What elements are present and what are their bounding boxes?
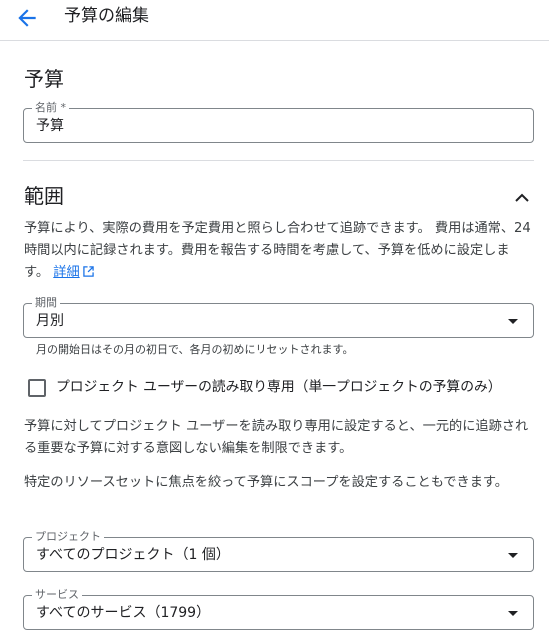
projects-value: すべてのプロジェクト（1 個） — [36, 547, 230, 563]
arrow-back-icon[interactable] — [14, 5, 40, 31]
open-in-new-icon — [82, 263, 94, 285]
services-label: サービス — [32, 588, 82, 601]
chevron-up-icon[interactable] — [512, 188, 532, 208]
period-select[interactable]: 期間 月別 — [23, 296, 534, 338]
page-title: 予算の編集 — [64, 6, 149, 26]
section-divider — [23, 160, 534, 161]
scope-heading: 範囲 — [24, 184, 64, 208]
period-label: 期間 — [32, 296, 60, 309]
details-link[interactable]: 詳細 — [53, 265, 79, 280]
scope-description-text: 予算により、実際の費用を予定費用と照らし合わせて追跡できます。 費用は通常、24… — [24, 221, 531, 280]
services-select[interactable]: サービス すべてのサービス（1799） — [23, 588, 534, 630]
dropdown-arrow-icon — [508, 319, 518, 324]
readonly-description: 予算に対してプロジェクト ユーザーを読み取り専用に設定すると、一元的に追跡される… — [24, 419, 529, 456]
top-app-bar: 予算の編集 — [0, 0, 549, 41]
resource-description: 特定のリソースセットに焦点を絞って予算にスコープを設定することもできます。 — [24, 475, 508, 490]
scope-description: 予算により、実際の費用を予定費用と照らし合わせて追跡できます。 費用は通常、24… — [24, 218, 534, 285]
readonly-checkbox-label[interactable]: プロジェクト ユーザーの読み取り専用（単一プロジェクトの予算のみ） — [56, 377, 502, 397]
projects-select[interactable]: プロジェクト すべてのプロジェクト（1 個） — [23, 530, 534, 572]
budget-name-field[interactable]: 名前 * 予算 — [23, 101, 534, 143]
services-value: すべてのサービス（1799） — [36, 605, 211, 621]
period-value: 月別 — [36, 313, 64, 329]
projects-label: プロジェクト — [32, 530, 104, 543]
period-helper-text: 月の開始日はその月の初日で、各月の初めにリセットされます。 — [36, 343, 354, 356]
dropdown-arrow-icon — [508, 611, 518, 616]
budget-heading: 予算 — [24, 67, 64, 91]
readonly-checkbox[interactable] — [28, 379, 46, 397]
budget-name-value[interactable]: 予算 — [36, 117, 64, 135]
budget-name-label: 名前 * — [32, 101, 69, 114]
dropdown-arrow-icon — [508, 553, 518, 558]
